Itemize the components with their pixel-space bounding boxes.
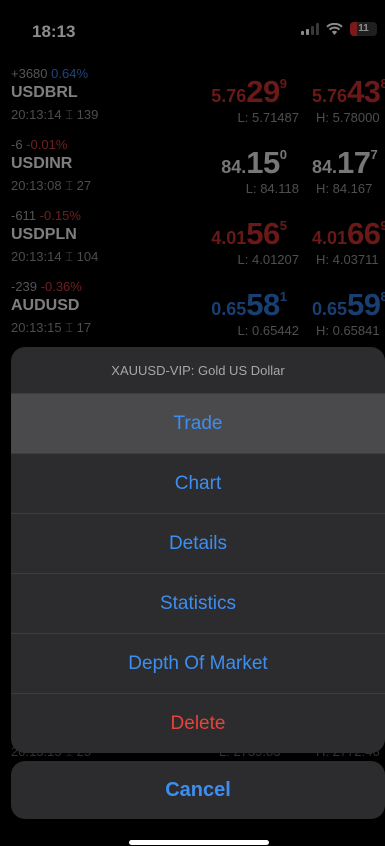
details-button[interactable]: Details xyxy=(11,513,385,573)
statistics-button[interactable]: Statistics xyxy=(11,573,385,633)
action-sheet-title: XAUUSD-VIP: Gold US Dollar xyxy=(111,362,285,378)
delete-button[interactable]: Delete xyxy=(11,693,385,753)
cancel-button[interactable]: Cancel xyxy=(11,761,385,819)
home-indicator[interactable] xyxy=(129,840,269,845)
depth-of-market-button[interactable]: Depth Of Market xyxy=(11,633,385,693)
trade-button[interactable]: Trade xyxy=(11,393,385,453)
chart-button[interactable]: Chart xyxy=(11,453,385,513)
action-sheet: XAUUSD-VIP: Gold US Dollar Trade Chart D… xyxy=(11,347,385,753)
